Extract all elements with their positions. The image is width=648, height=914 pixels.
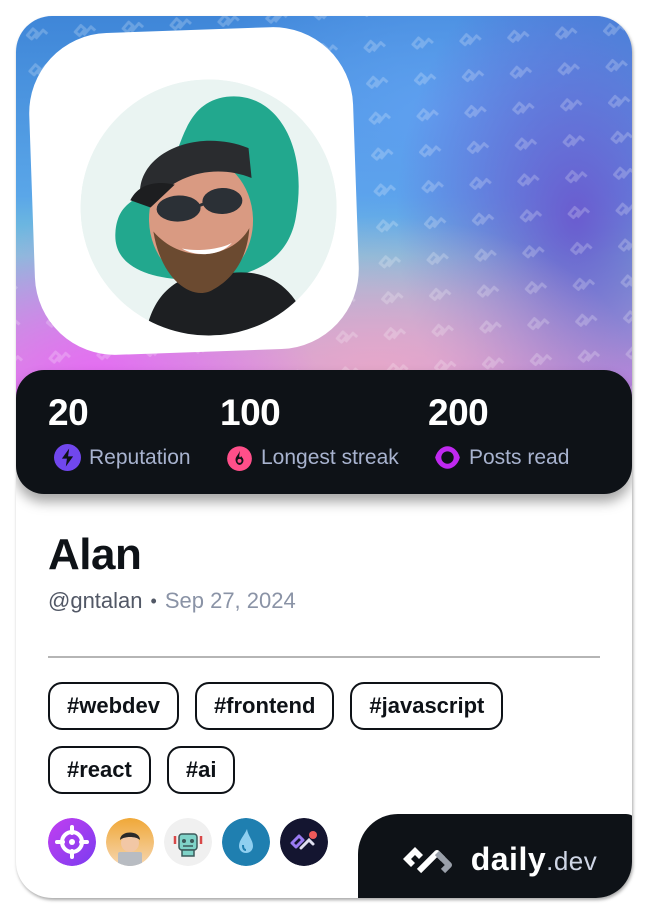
divider	[48, 656, 600, 658]
squad-list	[48, 818, 328, 866]
stat-value: 20	[48, 392, 89, 433]
joined-date: Sep 27, 2024	[164, 588, 296, 613]
brand-name: daily	[470, 840, 547, 877]
flame-icon	[227, 446, 252, 471]
eye-ring-icon	[435, 446, 460, 469]
brand-tld: .dev	[546, 845, 598, 876]
cover-banner	[16, 16, 632, 416]
robot-icon[interactable]	[164, 818, 212, 866]
devcard: 20 Reputation 100 Longest streak 200 Pos…	[16, 16, 632, 898]
avatar-frame	[26, 24, 362, 358]
profile-info: Alan @gntalan • Sep 27, 2024	[48, 530, 600, 614]
tag-chip[interactable]: #frontend	[194, 682, 335, 730]
avatar[interactable]	[76, 75, 341, 340]
daily-dev-brand[interactable]: daily.dev	[358, 814, 632, 898]
stats-bar: 20 Reputation 100 Longest streak 200 Pos…	[16, 370, 632, 494]
tag-chip[interactable]: #ai	[166, 746, 236, 794]
brand-wordmark: daily.dev	[471, 841, 598, 878]
tag-chip[interactable]: #javascript	[350, 682, 504, 730]
avatar-photo	[76, 75, 341, 340]
daily-dev-logo-icon[interactable]	[280, 818, 328, 866]
stat-value: 200	[428, 392, 489, 433]
water-drop-icon[interactable]	[222, 818, 270, 866]
crosshair-icon[interactable]	[48, 818, 96, 866]
separator-dot: •	[150, 590, 157, 611]
profile-name: Alan	[48, 530, 142, 579]
lightning-icon	[54, 444, 81, 471]
tag-list: #webdev #frontend #javascript #react #ai	[48, 682, 608, 794]
profile-handle[interactable]: @gntalan	[48, 588, 143, 614]
tag-chip[interactable]: #react	[48, 746, 151, 794]
profile-meta: @gntalan • Sep 27, 2024	[48, 588, 600, 614]
tag-chip[interactable]: #webdev	[48, 682, 179, 730]
memoji-laptop-icon[interactable]	[106, 818, 154, 866]
stat-label: Posts read	[469, 445, 570, 469]
stat-label: Reputation	[89, 445, 191, 469]
stat-label: Longest streak	[261, 445, 399, 469]
stat-value: 100	[220, 392, 281, 433]
daily-dev-logo-icon	[402, 847, 452, 874]
